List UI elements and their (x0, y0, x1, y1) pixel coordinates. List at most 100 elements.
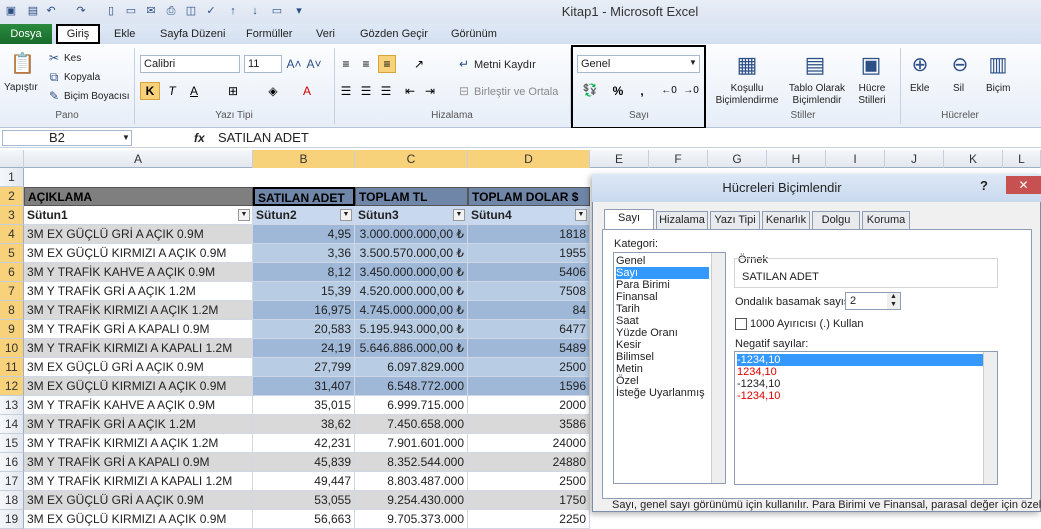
table-cell[interactable]: 5406 (468, 263, 590, 282)
stepper-arrows-icon[interactable]: ▲ ▼ (887, 293, 900, 309)
table-cell[interactable]: 3M EX GÜÇLÜ KIRMIZI A AÇIK 0.9M (24, 377, 253, 396)
tab-sayfa-duzeni[interactable]: Sayfa Düzeni (160, 24, 225, 44)
list-item[interactable]: Genel (616, 255, 645, 267)
table-cell[interactable]: 6.097.829.000 (355, 358, 468, 377)
table-subheader-cell[interactable]: Sütun1 ▼ (24, 206, 253, 225)
cell-styles-icon[interactable]: ▣ (856, 50, 886, 80)
row-header-5[interactable]: 5 (0, 244, 24, 263)
table-cell[interactable]: 8.352.544.000 (355, 453, 468, 472)
row-header-6[interactable]: 6 (0, 263, 24, 282)
shrink-font-icon[interactable]: A˅ (306, 56, 322, 72)
italic-button[interactable]: T (164, 83, 180, 99)
delete-cells-button[interactable]: Sil (953, 83, 964, 94)
table-cell[interactable]: 3M Y TRAFİK GRİ A KAPALI 0.9M (24, 320, 253, 339)
table-subheader-cell[interactable]: Sütun4 ▼ (468, 206, 590, 225)
table-cell[interactable]: 2000 (468, 396, 590, 415)
select-all-corner[interactable] (0, 150, 24, 168)
cut-icon[interactable]: ✂ (46, 50, 62, 66)
paste-button[interactable]: Yapıştır (4, 82, 38, 93)
table-cell[interactable]: 5489 (468, 339, 590, 358)
dialog-tab-dolgu[interactable]: Dolgu (812, 211, 860, 229)
table-cell[interactable]: 3M Y TRAFİK KIRMIZI A KAPALI 1.2M (24, 339, 253, 358)
table-cell[interactable]: 5.646.886.000,00 ₺ (355, 339, 468, 358)
conditional-formatting-icon[interactable]: ▦ (732, 50, 762, 80)
decrease-indent-icon[interactable]: ⇤ (402, 83, 418, 99)
table-cell[interactable]: 6.548.772.000 (355, 377, 468, 396)
row-header-3[interactable]: 3 (0, 206, 24, 225)
list-item[interactable]: Bilimsel (616, 351, 654, 363)
table-cell[interactable]: 3,36 (253, 244, 355, 263)
table-cell[interactable]: 38,62 (253, 415, 355, 434)
table-cell[interactable]: 1596 (468, 377, 590, 396)
column-header-i[interactable]: I (826, 150, 885, 168)
dialog-tab-sayi[interactable]: Sayı (604, 209, 654, 230)
filter-dropdown-icon[interactable]: ▼ (340, 209, 352, 221)
column-header-k[interactable]: K (944, 150, 1003, 168)
merge-center-icon[interactable]: ⊟ (456, 83, 472, 99)
table-cell[interactable]: 5.195.943.000,00 ₺ (355, 320, 468, 339)
table-cell[interactable]: 20,583 (253, 320, 355, 339)
table-cell[interactable]: 7.450.658.000 (355, 415, 468, 434)
table-cell[interactable]: 1818 (468, 225, 590, 244)
tab-formuller[interactable]: Formüller (246, 24, 292, 44)
list-item[interactable]: Kesir (616, 339, 641, 351)
row-header-7[interactable]: 7 (0, 282, 24, 301)
copy-button[interactable]: Kopyala (64, 72, 100, 83)
row-header-11[interactable]: 11 (0, 358, 24, 377)
column-header-j[interactable]: J (885, 150, 944, 168)
table-cell[interactable]: 3M Y TRAFİK GRİ A KAPALI 0.9M (24, 453, 253, 472)
grow-font-icon[interactable]: A˄ (286, 56, 302, 72)
table-header-cell[interactable]: AÇIKLAMA (24, 187, 253, 206)
table-cell[interactable]: 3M EX GÜÇLÜ KIRMIZI A AÇIK 0.9M (24, 244, 253, 263)
dialog-tab-hizalama[interactable]: Hizalama (656, 211, 708, 229)
table-cell[interactable]: 24000 (468, 434, 590, 453)
merge-center-button[interactable]: Birleştir ve Ortala (474, 86, 558, 98)
format-cells-icon[interactable]: ▥ (984, 50, 1012, 80)
font-color-icon[interactable]: A (298, 83, 316, 99)
table-subheader-cell[interactable]: Sütun2 ▼ (253, 206, 355, 225)
filter-dropdown-icon[interactable]: ▼ (238, 209, 250, 221)
row-header-16[interactable]: 16 (0, 453, 24, 472)
increase-indent-icon[interactable]: ⇥ (422, 83, 438, 99)
table-cell[interactable]: 3M Y TRAFİK GRİ A AÇIK 1.2M (24, 415, 253, 434)
font-name-combo[interactable]: Calibri (140, 55, 240, 73)
table-header-cell[interactable]: TOPLAM TL (355, 187, 468, 206)
column-header-b[interactable]: B (253, 150, 355, 168)
table-cell[interactable]: 15,39 (253, 282, 355, 301)
table-cell[interactable]: 1955 (468, 244, 590, 263)
table-cell[interactable]: 6.999.715.000 (355, 396, 468, 415)
table-cell[interactable]: 9.705.373.000 (355, 510, 468, 529)
column-header-e[interactable]: E (590, 150, 649, 168)
table-cell[interactable]: 3.500.570.000,00 ₺ (355, 244, 468, 263)
row-header-17[interactable]: 17 (0, 472, 24, 491)
table-cell[interactable]: 4,95 (253, 225, 355, 244)
table-cell[interactable]: 3586 (468, 415, 590, 434)
table-cell[interactable]: 7.901.601.000 (355, 434, 468, 453)
format-painter-button[interactable]: Biçim Boyacısı (64, 91, 130, 102)
table-cell[interactable]: 3M EX GÜÇLÜ KIRMIZI A AÇIK 0.9M (24, 510, 253, 529)
table-cell[interactable]: 3.450.000.000,00 ₺ (355, 263, 468, 282)
dialog-tab-kenarlik[interactable]: Kenarlık (762, 211, 810, 229)
table-cell[interactable]: 16,975 (253, 301, 355, 320)
conditional-formatting-button[interactable]: Koşullu Biçimlendirme (712, 83, 782, 107)
column-header-a[interactable]: A (24, 150, 253, 168)
table-cell[interactable]: 42,231 (253, 434, 355, 453)
table-cell[interactable]: 2500 (468, 472, 590, 491)
table-cell[interactable]: 9.254.430.000 (355, 491, 468, 510)
insert-cells-button[interactable]: Ekle (910, 83, 929, 94)
table-cell[interactable]: 3M Y TRAFİK KAHVE A AÇIK 0.9M (24, 396, 253, 415)
table-cell[interactable]: 27,799 (253, 358, 355, 377)
cut-button[interactable]: Kes (64, 53, 81, 64)
table-cell[interactable]: 2250 (468, 510, 590, 529)
cell-styles-button[interactable]: Hücre Stilleri (850, 83, 894, 107)
row-header-4[interactable]: 4 (0, 225, 24, 244)
table-cell[interactable]: 49,447 (253, 472, 355, 491)
table-cell[interactable]: 3.000.000.000,00 ₺ (355, 225, 468, 244)
category-list[interactable]: Genel Sayı Para Birimi Finansal Tarih Sa… (613, 252, 726, 484)
tab-ekle[interactable]: Ekle (114, 24, 135, 44)
format-painter-icon[interactable]: ✎ (46, 88, 62, 104)
row-header-14[interactable]: 14 (0, 415, 24, 434)
bold-button[interactable]: K (140, 82, 160, 100)
list-item[interactable]: Para Birimi (616, 279, 670, 291)
list-item[interactable]: -1234,10 (737, 378, 780, 390)
